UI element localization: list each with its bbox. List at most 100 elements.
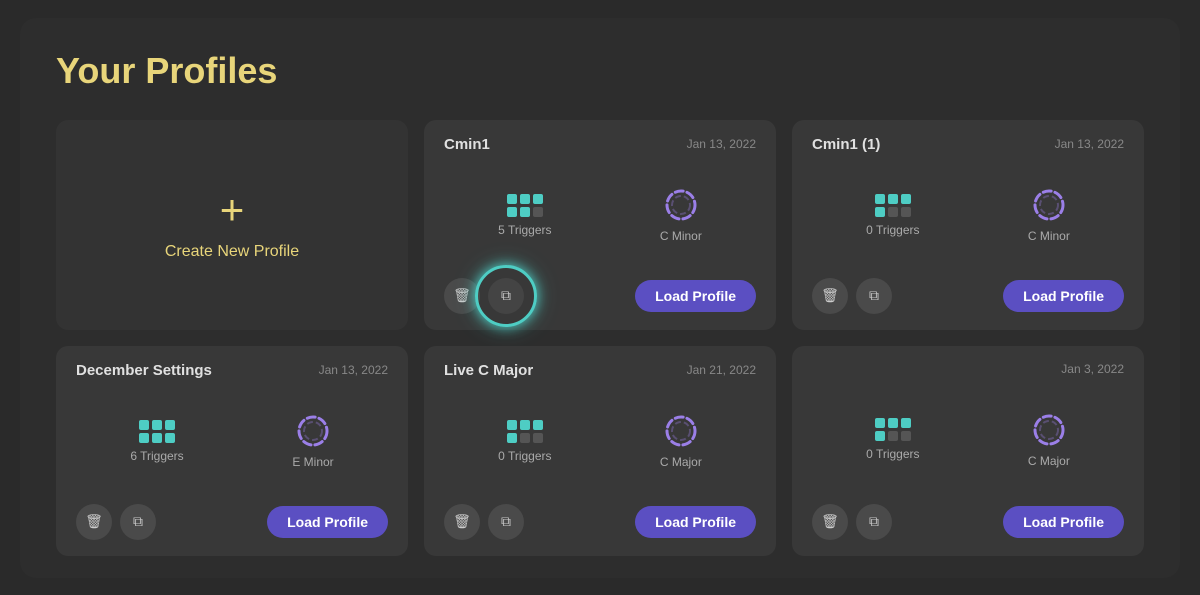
delete-button-december[interactable]: 🗑 xyxy=(76,504,112,540)
trigger-cell xyxy=(507,194,517,204)
trigger-cell xyxy=(165,433,175,443)
plus-icon: + xyxy=(220,189,245,231)
card-header-december: December Settings Jan 13, 2022 xyxy=(76,362,388,379)
action-buttons-cmin1-1: 🗑 ⧉ xyxy=(812,278,892,314)
delete-button-live-c-major[interactable]: 🗑 xyxy=(444,504,480,540)
trigger-cell xyxy=(901,418,911,428)
trigger-cell xyxy=(901,194,911,204)
action-buttons-december: 🗑 ⧉ xyxy=(76,504,156,540)
key-label-live-c-major: C Major xyxy=(660,455,702,469)
trigger-cell xyxy=(520,207,530,217)
card-content-cmin1: 5 Triggers C Minor xyxy=(444,167,756,264)
page-title: Your Profiles xyxy=(56,50,1144,92)
card-date-cmin1: Jan 13, 2022 xyxy=(687,137,756,151)
card-name-live-c-major: Live C Major xyxy=(444,362,533,379)
triggers-label-live-c-major: 0 Triggers xyxy=(498,449,551,463)
key-icon-live-c-major xyxy=(663,413,699,449)
trigger-grid-december xyxy=(139,420,175,443)
delete-button-cmin1-1[interactable]: 🗑 xyxy=(812,278,848,314)
load-profile-button-live-c-major[interactable]: Load Profile xyxy=(635,506,756,538)
copy-button-december[interactable]: ⧉ xyxy=(120,504,156,540)
key-label-cmin1-1: C Minor xyxy=(1028,229,1070,243)
card-header-cmin1: Cmin1 Jan 13, 2022 xyxy=(444,136,756,153)
key-icon-cmin1-1 xyxy=(1031,187,1067,223)
trigger-cell xyxy=(875,194,885,204)
trigger-cell xyxy=(875,418,885,428)
trigger-cell xyxy=(520,420,530,430)
profiles-grid: + Create New Profile Cmin1 Jan 13, 2022 xyxy=(56,120,1144,556)
trigger-cell xyxy=(888,207,898,217)
key-info-untitled: C Major xyxy=(1028,412,1070,468)
triggers-info-cmin1-1: 0 Triggers xyxy=(866,194,919,237)
load-profile-button-december[interactable]: Load Profile xyxy=(267,506,388,538)
key-info-cmin1-1: C Minor xyxy=(1028,187,1070,243)
key-label-december: E Minor xyxy=(292,455,333,469)
card-header-live-c-major: Live C Major Jan 21, 2022 xyxy=(444,362,756,379)
key-label-untitled: C Major xyxy=(1028,454,1070,468)
card-footer-untitled: 🗑 ⧉ Load Profile xyxy=(812,504,1124,540)
card-name-december: December Settings xyxy=(76,362,212,379)
card-content-december: 6 Triggers E Minor xyxy=(76,393,388,490)
profile-card-cmin1-1: Cmin1 (1) Jan 13, 2022 0 Triggers xyxy=(792,120,1144,330)
trigger-cell xyxy=(875,207,885,217)
key-icon-cmin1 xyxy=(663,187,699,223)
card-footer-cmin1-1: 🗑 ⧉ Load Profile xyxy=(812,278,1124,314)
copy-button-live-c-major[interactable]: ⧉ xyxy=(488,504,524,540)
trigger-cell xyxy=(520,433,530,443)
key-info-live-c-major: C Major xyxy=(660,413,702,469)
trigger-cell xyxy=(520,194,530,204)
trigger-grid-untitled xyxy=(875,418,911,441)
trigger-grid-cmin1 xyxy=(507,194,543,217)
triggers-label-cmin1-1: 0 Triggers xyxy=(866,223,919,237)
action-buttons-live-c-major: 🗑 ⧉ xyxy=(444,504,524,540)
card-footer-cmin1: 🗑 ⧉ Load Profile xyxy=(444,278,756,314)
action-buttons-cmin1: 🗑 ⧉ xyxy=(444,278,524,314)
profile-card-december: December Settings Jan 13, 2022 6 Trigger… xyxy=(56,346,408,556)
key-label-cmin1: C Minor xyxy=(660,229,702,243)
trigger-grid-cmin1-1 xyxy=(875,194,911,217)
card-name-cmin1: Cmin1 xyxy=(444,136,490,153)
trigger-cell xyxy=(165,420,175,430)
triggers-info-december: 6 Triggers xyxy=(130,420,183,463)
triggers-label-december: 6 Triggers xyxy=(130,449,183,463)
triggers-label-cmin1: 5 Triggers xyxy=(498,223,551,237)
trigger-cell xyxy=(875,431,885,441)
trigger-cell xyxy=(507,433,517,443)
load-profile-button-cmin1-1[interactable]: Load Profile xyxy=(1003,280,1124,312)
create-new-card[interactable]: + Create New Profile xyxy=(56,120,408,330)
card-date-cmin1-1: Jan 13, 2022 xyxy=(1055,137,1124,151)
copy-button-cmin1[interactable]: ⧉ xyxy=(488,278,524,314)
trigger-cell xyxy=(152,420,162,430)
card-header-cmin1-1: Cmin1 (1) Jan 13, 2022 xyxy=(812,136,1124,153)
profile-card-live-c-major: Live C Major Jan 21, 2022 0 Triggers xyxy=(424,346,776,556)
triggers-info-cmin1: 5 Triggers xyxy=(498,194,551,237)
delete-button-cmin1[interactable]: 🗑 xyxy=(444,278,480,314)
key-info-december: E Minor xyxy=(292,413,333,469)
trigger-cell xyxy=(152,433,162,443)
trigger-cell xyxy=(139,420,149,430)
trigger-cell xyxy=(888,431,898,441)
trigger-cell xyxy=(888,418,898,428)
delete-button-untitled[interactable]: 🗑 xyxy=(812,504,848,540)
card-name-cmin1-1: Cmin1 (1) xyxy=(812,136,880,153)
profile-card-untitled: Jan 3, 2022 0 Triggers xyxy=(792,346,1144,556)
card-header-untitled: Jan 3, 2022 xyxy=(812,362,1124,376)
trigger-cell xyxy=(139,433,149,443)
card-date-live-c-major: Jan 21, 2022 xyxy=(687,363,756,377)
trigger-cell xyxy=(533,420,543,430)
action-buttons-untitled: 🗑 ⧉ xyxy=(812,504,892,540)
card-footer-december: 🗑 ⧉ Load Profile xyxy=(76,504,388,540)
copy-button-cmin1-1[interactable]: ⧉ xyxy=(856,278,892,314)
card-content-untitled: 0 Triggers C Major xyxy=(812,390,1124,490)
trigger-cell xyxy=(888,194,898,204)
profile-card-cmin1: Cmin1 Jan 13, 2022 5 Triggers xyxy=(424,120,776,330)
load-profile-button-untitled[interactable]: Load Profile xyxy=(1003,506,1124,538)
card-content-cmin1-1: 0 Triggers C Minor xyxy=(812,167,1124,264)
triggers-info-live-c-major: 0 Triggers xyxy=(498,420,551,463)
card-footer-live-c-major: 🗑 ⧉ Load Profile xyxy=(444,504,756,540)
trigger-cell xyxy=(901,207,911,217)
main-container: Your Profiles + Create New Profile Cmin1… xyxy=(20,18,1180,578)
card-content-live-c-major: 0 Triggers C Major xyxy=(444,393,756,490)
copy-button-untitled[interactable]: ⧉ xyxy=(856,504,892,540)
load-profile-button-cmin1[interactable]: Load Profile xyxy=(635,280,756,312)
